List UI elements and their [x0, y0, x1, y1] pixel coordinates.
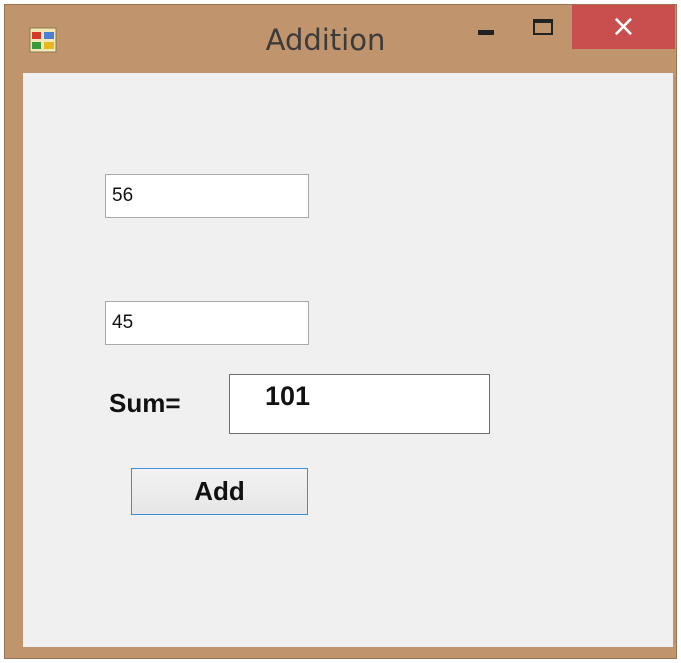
first-number-input[interactable]: 56 — [105, 174, 309, 218]
sum-result-field[interactable]: 101 — [229, 374, 490, 434]
add-button[interactable]: Add — [131, 468, 308, 515]
minimize-icon — [478, 29, 494, 35]
sum-label: Sum= — [109, 388, 181, 418]
maximize-button[interactable] — [517, 5, 569, 49]
maximize-icon — [533, 19, 553, 35]
title-bar[interactable]: Addition × — [5, 5, 676, 73]
close-button[interactable]: × — [572, 5, 675, 49]
addition-window: Addition × 56 45 Sum= 101 Add — [4, 4, 677, 659]
form-client-area: 56 45 Sum= 101 Add — [23, 73, 673, 647]
minimize-button[interactable] — [460, 5, 512, 49]
close-icon: × — [610, 9, 637, 44]
second-number-input[interactable]: 45 — [105, 301, 309, 345]
